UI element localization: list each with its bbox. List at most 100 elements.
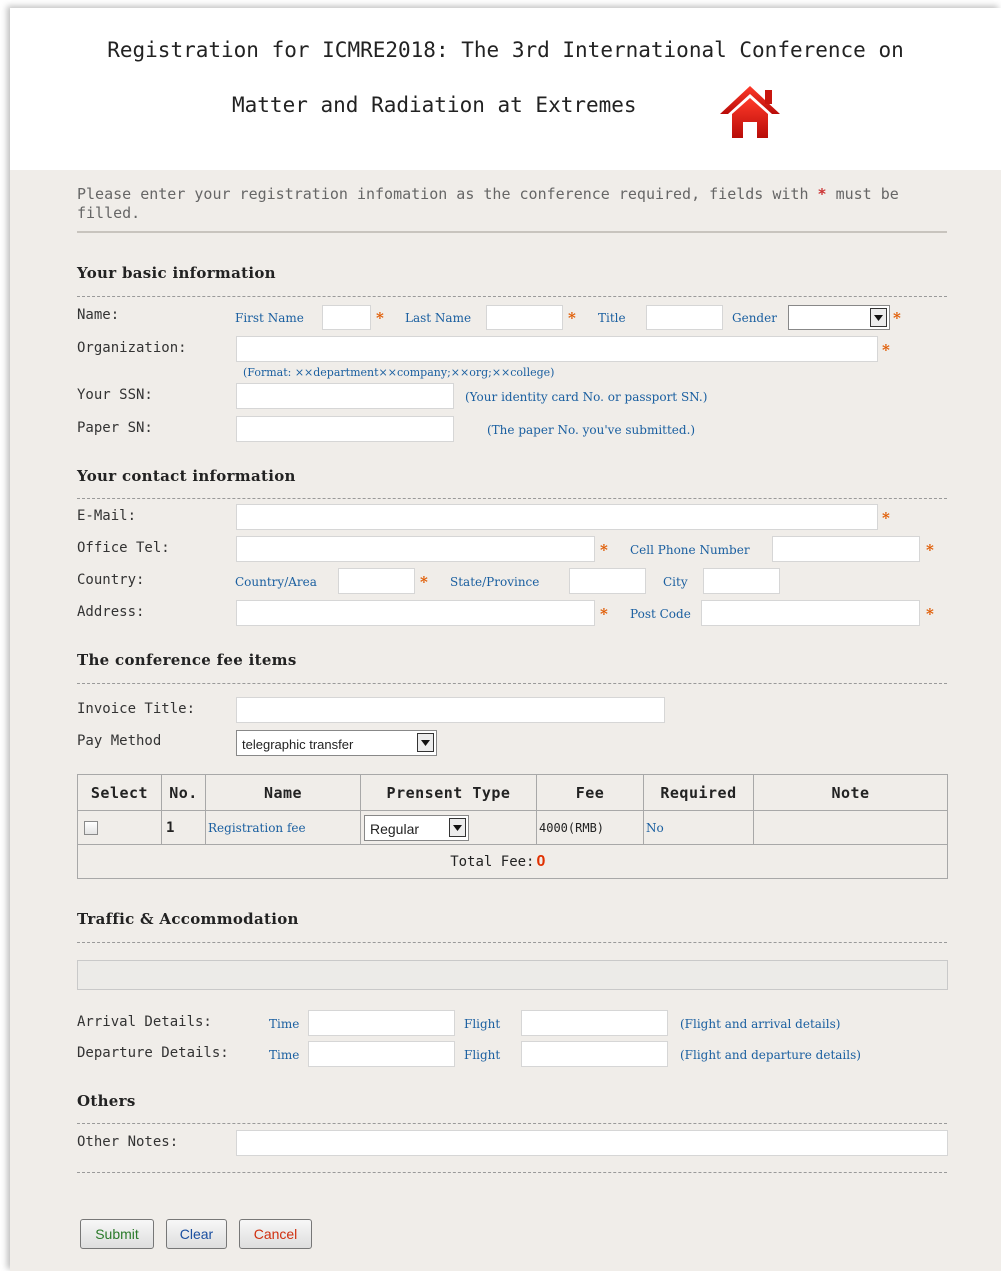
present-type-select[interactable]: Regular [364, 815, 469, 841]
post-code-input[interactable] [701, 600, 920, 626]
post-code-label: Post Code [630, 607, 691, 621]
required-mark: * [600, 605, 608, 623]
required-mark: * [600, 541, 608, 559]
office-tel-label: Office Tel: [77, 540, 170, 556]
required-mark: * [926, 541, 934, 559]
total-fee-label: Total Fee: [77, 844, 537, 879]
first-name-label: First Name [235, 311, 304, 325]
city-label: City [663, 575, 688, 589]
col-header: Fee [536, 774, 644, 811]
departure-time-label: Time [269, 1048, 300, 1062]
col-header: Required [643, 774, 754, 811]
last-name-input[interactable] [486, 305, 563, 330]
country-label: Country: [77, 572, 145, 588]
divider [77, 296, 947, 297]
cancel-button[interactable]: Cancel [239, 1219, 312, 1249]
first-name-input[interactable] [322, 305, 371, 330]
col-header: No. [161, 774, 206, 811]
ssn-input[interactable] [236, 383, 454, 409]
organization-input[interactable] [236, 336, 878, 362]
row-fee: 4000(RMB) [536, 810, 644, 845]
required-mark: * [882, 509, 890, 527]
invoice-title-input[interactable] [236, 697, 665, 723]
submit-button[interactable]: Submit [80, 1219, 154, 1249]
required-mark: * [568, 309, 576, 327]
page-header: Registration for ICMRE2018: The 3rd Inte… [10, 8, 1001, 170]
arrival-flight-input[interactable] [521, 1010, 668, 1036]
pay-method-value: telegraphic transfer [242, 737, 354, 752]
section-fees-heading: The conference fee items [77, 651, 297, 669]
country-area-label: Country/Area [235, 575, 317, 589]
divider [77, 498, 947, 499]
arrival-time-input[interactable] [308, 1010, 455, 1036]
other-notes-label: Other Notes: [77, 1134, 179, 1150]
row-name: Registration fee [205, 810, 361, 845]
email-input[interactable] [236, 504, 878, 530]
state-input[interactable] [569, 568, 646, 594]
email-label: E-Mail: [77, 508, 137, 524]
pay-method-select[interactable]: telegraphic transfer [236, 730, 437, 756]
last-name-label: Last Name [405, 311, 472, 325]
fee-table-header: Select No. Name Prensent Type Fee Requir… [77, 774, 948, 811]
intro-required-mark: * [817, 185, 827, 203]
select-cell [77, 810, 162, 845]
country-input[interactable] [338, 568, 415, 594]
office-tel-input[interactable] [236, 536, 595, 562]
divider [77, 1123, 947, 1124]
traffic-info-box [77, 960, 948, 990]
intro-text: Please enter your registration infomatio… [77, 185, 947, 223]
departure-flight-label: Flight [464, 1048, 501, 1062]
fee-table: Select No. Name Prensent Type Fee Requir… [77, 774, 948, 879]
col-header: Select [77, 774, 162, 811]
cell-phone-input[interactable] [772, 536, 920, 562]
section-basic-heading: Your basic information [77, 264, 276, 282]
section-traffic-heading: Traffic & Accommodation [77, 910, 299, 928]
col-header: Note [753, 774, 948, 811]
chevron-down-icon[interactable] [449, 818, 466, 837]
paper-sn-label: Paper SN: [77, 420, 153, 436]
pay-method-label: Pay Method [77, 733, 162, 749]
gender-select[interactable] [788, 305, 890, 330]
ssn-hint: (Your identity card No. or passport SN.) [465, 390, 708, 404]
row-type-cell: Regular [360, 810, 537, 845]
arrival-time-label: Time [269, 1017, 300, 1031]
divider [77, 1172, 947, 1173]
total-row: Total Fee: 0 [77, 844, 948, 879]
arrival-flight-label: Flight [464, 1017, 501, 1031]
departure-flight-input[interactable] [521, 1041, 668, 1067]
divider [77, 683, 947, 684]
required-mark: * [882, 341, 890, 359]
city-input[interactable] [703, 568, 780, 594]
page-title-line1: Registration for ICMRE2018: The 3rd Inte… [107, 38, 904, 62]
total-fee-value: 0 [536, 844, 948, 879]
present-type-value: Regular [370, 821, 420, 837]
clear-button[interactable]: Clear [166, 1219, 227, 1249]
section-others-heading: Others [77, 1092, 136, 1110]
departure-label: Departure Details: [77, 1045, 229, 1061]
row-required: No [643, 810, 754, 845]
required-mark: * [893, 309, 901, 327]
organization-hint: (Format: ××department××company;××org;××c… [243, 366, 555, 379]
chevron-down-icon[interactable] [417, 733, 434, 752]
chevron-down-icon[interactable] [870, 308, 887, 327]
arrival-hint: (Flight and arrival details) [680, 1017, 841, 1031]
other-notes-input[interactable] [236, 1130, 948, 1156]
paper-sn-input[interactable] [236, 416, 454, 442]
paper-sn-hint: (The paper No. you've submitted.) [487, 423, 696, 437]
table-row: 1 Registration fee Regular 4000(RMB) No [77, 810, 948, 845]
title-input[interactable] [646, 305, 723, 330]
address-label: Address: [77, 604, 145, 620]
divider [77, 942, 947, 943]
select-checkbox[interactable] [84, 820, 98, 835]
home-icon[interactable] [718, 80, 782, 144]
address-input[interactable] [236, 600, 595, 626]
departure-time-input[interactable] [308, 1041, 455, 1067]
required-mark: * [926, 605, 934, 623]
title-label: Title [598, 311, 626, 325]
row-note [753, 810, 948, 845]
ssn-label: Your SSN: [77, 387, 153, 403]
organization-label: Organization: [77, 340, 187, 356]
departure-hint: (Flight and departure details) [680, 1048, 861, 1062]
name-label: Name: [77, 307, 120, 323]
col-header: Name [205, 774, 361, 811]
